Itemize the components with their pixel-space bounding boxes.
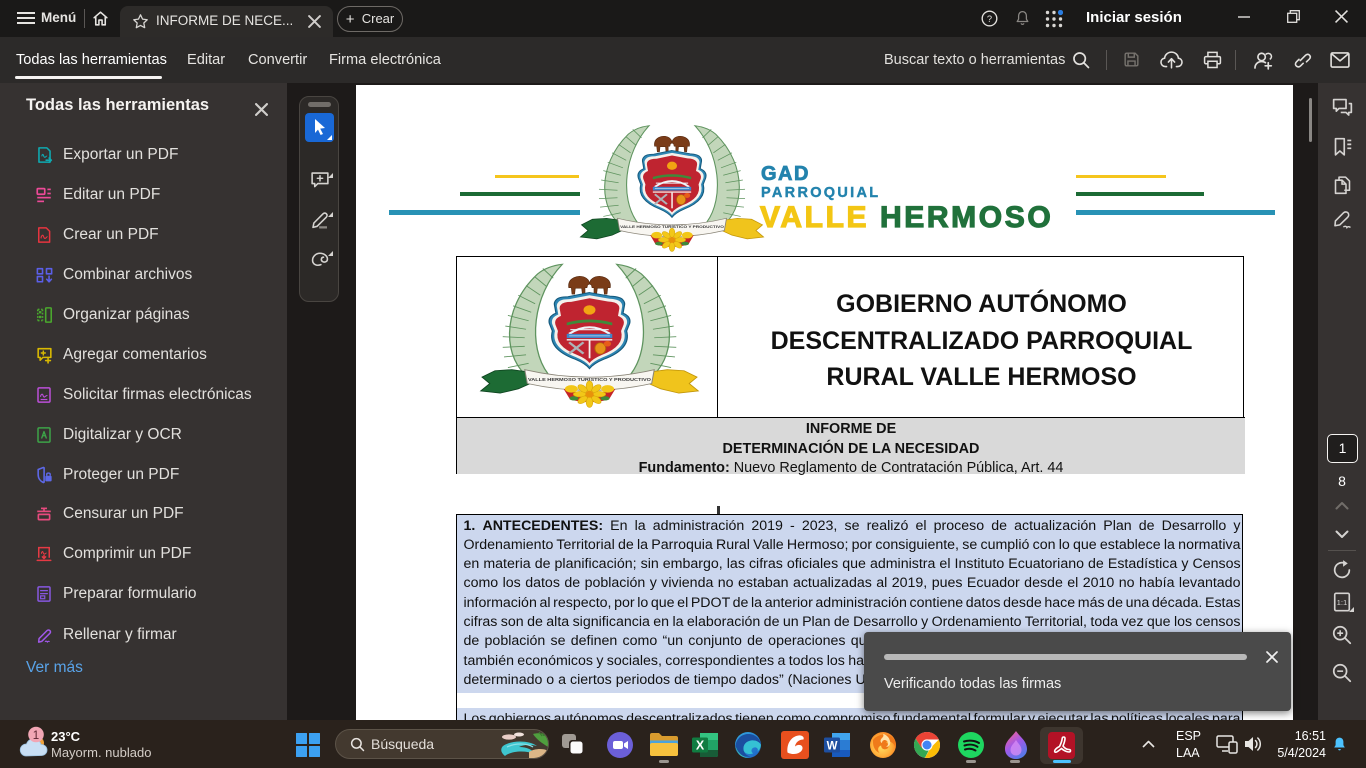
svg-text:X: X (696, 739, 705, 753)
svg-text:1:1: 1:1 (1337, 598, 1348, 607)
svg-text:1: 1 (33, 730, 39, 742)
svg-text:W: W (827, 741, 838, 753)
svg-text:?: ? (987, 14, 992, 24)
